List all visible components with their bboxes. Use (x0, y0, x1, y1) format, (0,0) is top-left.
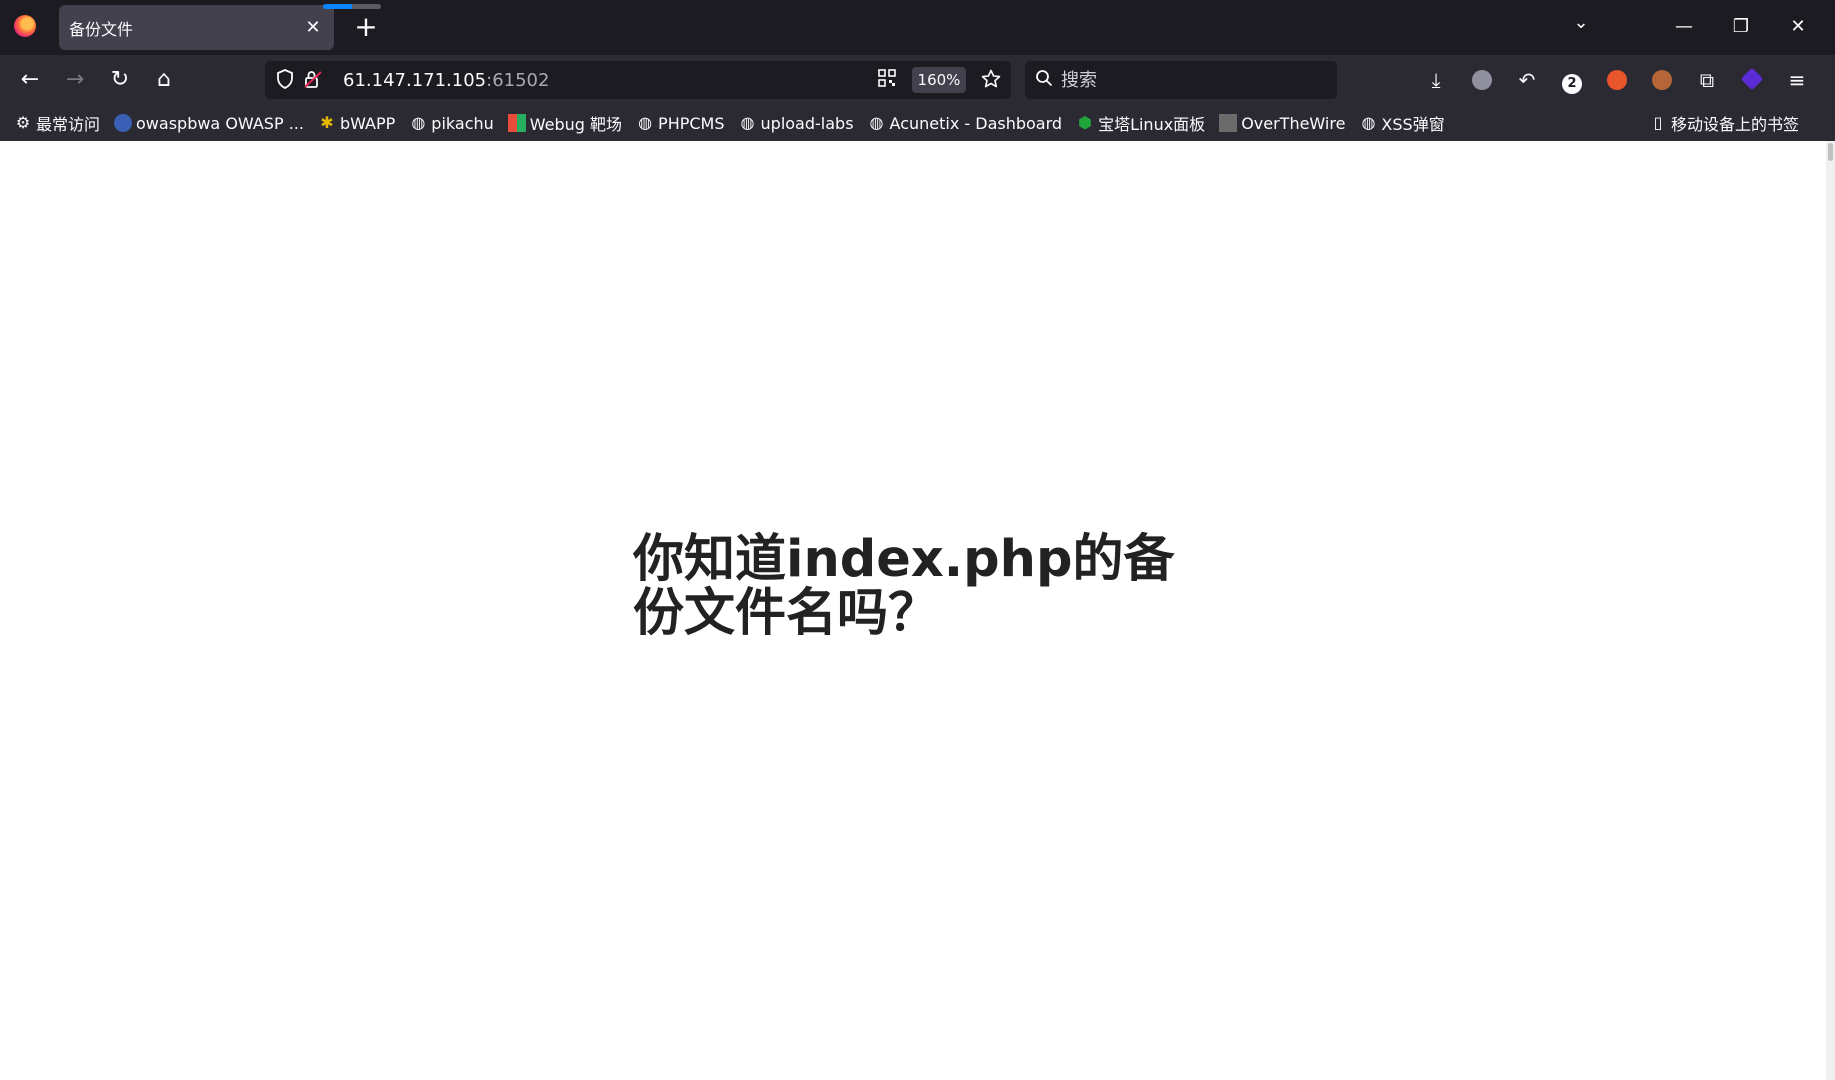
minimize-button[interactable]: — (1666, 10, 1702, 44)
bookmark-label: XSS弹窗 (1381, 115, 1445, 134)
tab-title: 备份文件 (69, 19, 134, 39)
bookmark-label: 宝塔Linux面板 (1098, 115, 1206, 134)
bookmark-label: upload-labs (760, 113, 854, 133)
bookmark-label: Webug 靶场 (529, 115, 623, 134)
bookmark-label: 移动设备上的书签 (1670, 115, 1799, 134)
hackbar-extension-icon[interactable] (1600, 63, 1634, 97)
bookmark-acunetix[interactable]: ◍ Acunetix - Dashboard (868, 109, 1063, 137)
extension-badge-count: 2 (1562, 74, 1582, 94)
bee-icon: ✱ (320, 113, 334, 132)
url-bar[interactable]: 61.147.171.105:61502 160% (265, 61, 1011, 99)
globe-icon: ◍ (411, 113, 426, 132)
tracking-protection-shield-icon[interactable] (273, 69, 297, 91)
app-menu-button[interactable]: ≡ (1780, 63, 1814, 97)
tab-loading-indicator (323, 4, 381, 9)
url-text[interactable]: 61.147.171.105:61502 (343, 70, 549, 91)
bookmark-upload-labs[interactable]: ◍ upload-labs (739, 109, 854, 137)
bookmark-pikachu[interactable]: ◍ pikachu (409, 109, 493, 137)
gear-icon: ⚙ (15, 113, 31, 132)
page-scrollbar[interactable] (1826, 141, 1835, 1080)
webug-icon (507, 114, 526, 132)
mobile-bookmarks-folder[interactable]: ▯ 移动设备上的书签 (1649, 109, 1799, 137)
cookie-extension-icon[interactable] (1645, 63, 1679, 97)
mobile-device-icon: ▯ (1653, 113, 1663, 132)
qr-code-icon[interactable] (875, 69, 899, 91)
restore-button[interactable]: ❐ (1723, 10, 1759, 44)
globe-icon: ◍ (1361, 113, 1376, 132)
bookmark-phpcms[interactable]: ◍ PHPCMS (636, 109, 724, 137)
bookmark-label: pikachu (431, 113, 494, 133)
baota-icon: ⬢ (1078, 113, 1093, 132)
owasp-icon (114, 114, 133, 132)
bookmarks-toolbar: ⚙ 最常访问 owaspbwa OWASP ... ✱ bWAPP ◍ pika… (0, 105, 1835, 141)
globe-icon: ◍ (740, 113, 755, 132)
forward-button[interactable]: → (57, 62, 93, 98)
bookmark-xss[interactable]: ◍ XSS弹窗 (1359, 109, 1444, 137)
tab-list-chevron-icon[interactable]: ⌄ (1566, 12, 1596, 33)
url-host: 61.147.171.105 (343, 70, 487, 91)
wappalyzer-extension-icon[interactable] (1735, 63, 1769, 97)
new-tab-button[interactable]: + (349, 10, 383, 44)
search-input[interactable] (1061, 68, 1321, 92)
bookmark-webug[interactable]: Webug 靶场 (507, 109, 623, 137)
bookmark-label: owaspbwa OWASP ... (136, 113, 304, 133)
page-heading: 你知道index.php的备份文件名吗？ (633, 530, 1175, 643)
downloads-button[interactable]: ⤓ (1419, 63, 1453, 97)
bookmark-star-icon[interactable] (979, 69, 1003, 91)
bookmark-owaspbwa[interactable]: owaspbwa OWASP ... (114, 109, 304, 137)
search-icon (1035, 69, 1053, 92)
window-close-button[interactable]: ✕ (1780, 10, 1816, 44)
reply-extension-button[interactable]: ↶ (1510, 63, 1544, 97)
otw-icon (1219, 114, 1238, 132)
browser-window: 备份文件 ✕ + ⌄ — ❐ ✕ ← → ↻ ⌂ 61.147.171.105:… (0, 0, 1835, 1080)
bookmark-baota[interactable]: ⬢ 宝塔Linux面板 (1076, 109, 1205, 137)
zoom-level-button[interactable]: 160% (912, 67, 966, 93)
bookmark-label: bWAPP (339, 113, 396, 133)
globe-icon: ◍ (869, 113, 884, 132)
bookmark-bwapp[interactable]: ✱ bWAPP (318, 109, 395, 137)
page-content: 你知道index.php的备份文件名吗？ (0, 141, 1826, 1080)
globe-icon: ◍ (638, 113, 653, 132)
navigation-toolbar: ← → ↻ ⌂ 61.147.171.105:61502 160% 搜索 ⤓ ↶… (0, 55, 1835, 105)
bookmark-label: 最常访问 (36, 115, 101, 134)
tab-active[interactable]: 备份文件 ✕ (59, 5, 334, 50)
bookmark-label: OverTheWire (1241, 113, 1346, 133)
scrollbar-thumb[interactable] (1828, 143, 1833, 161)
counter-extension-button[interactable]: 2 (1555, 63, 1589, 97)
firefox-logo-icon[interactable] (14, 15, 36, 37)
bookmark-label: Acunetix - Dashboard (889, 113, 1063, 133)
url-port: :61502 (486, 70, 550, 91)
back-button[interactable]: ← (12, 62, 48, 98)
reload-button[interactable]: ↻ (102, 62, 138, 98)
chat-extension-icon[interactable] (1465, 63, 1499, 97)
extensions-puzzle-button[interactable]: ⧉ (1690, 63, 1724, 97)
tab-close-icon[interactable]: ✕ (302, 17, 324, 38)
insecure-lock-icon[interactable] (301, 69, 325, 91)
bookmark-label: PHPCMS (658, 113, 725, 133)
home-button[interactable]: ⌂ (146, 62, 182, 98)
search-bar[interactable] (1025, 61, 1337, 99)
bookmark-most-visited[interactable]: ⚙ 最常访问 (14, 109, 100, 137)
tab-strip: 备份文件 ✕ + ⌄ — ❐ ✕ (0, 0, 1835, 55)
bookmark-overthewire[interactable]: OverTheWire (1219, 109, 1345, 137)
